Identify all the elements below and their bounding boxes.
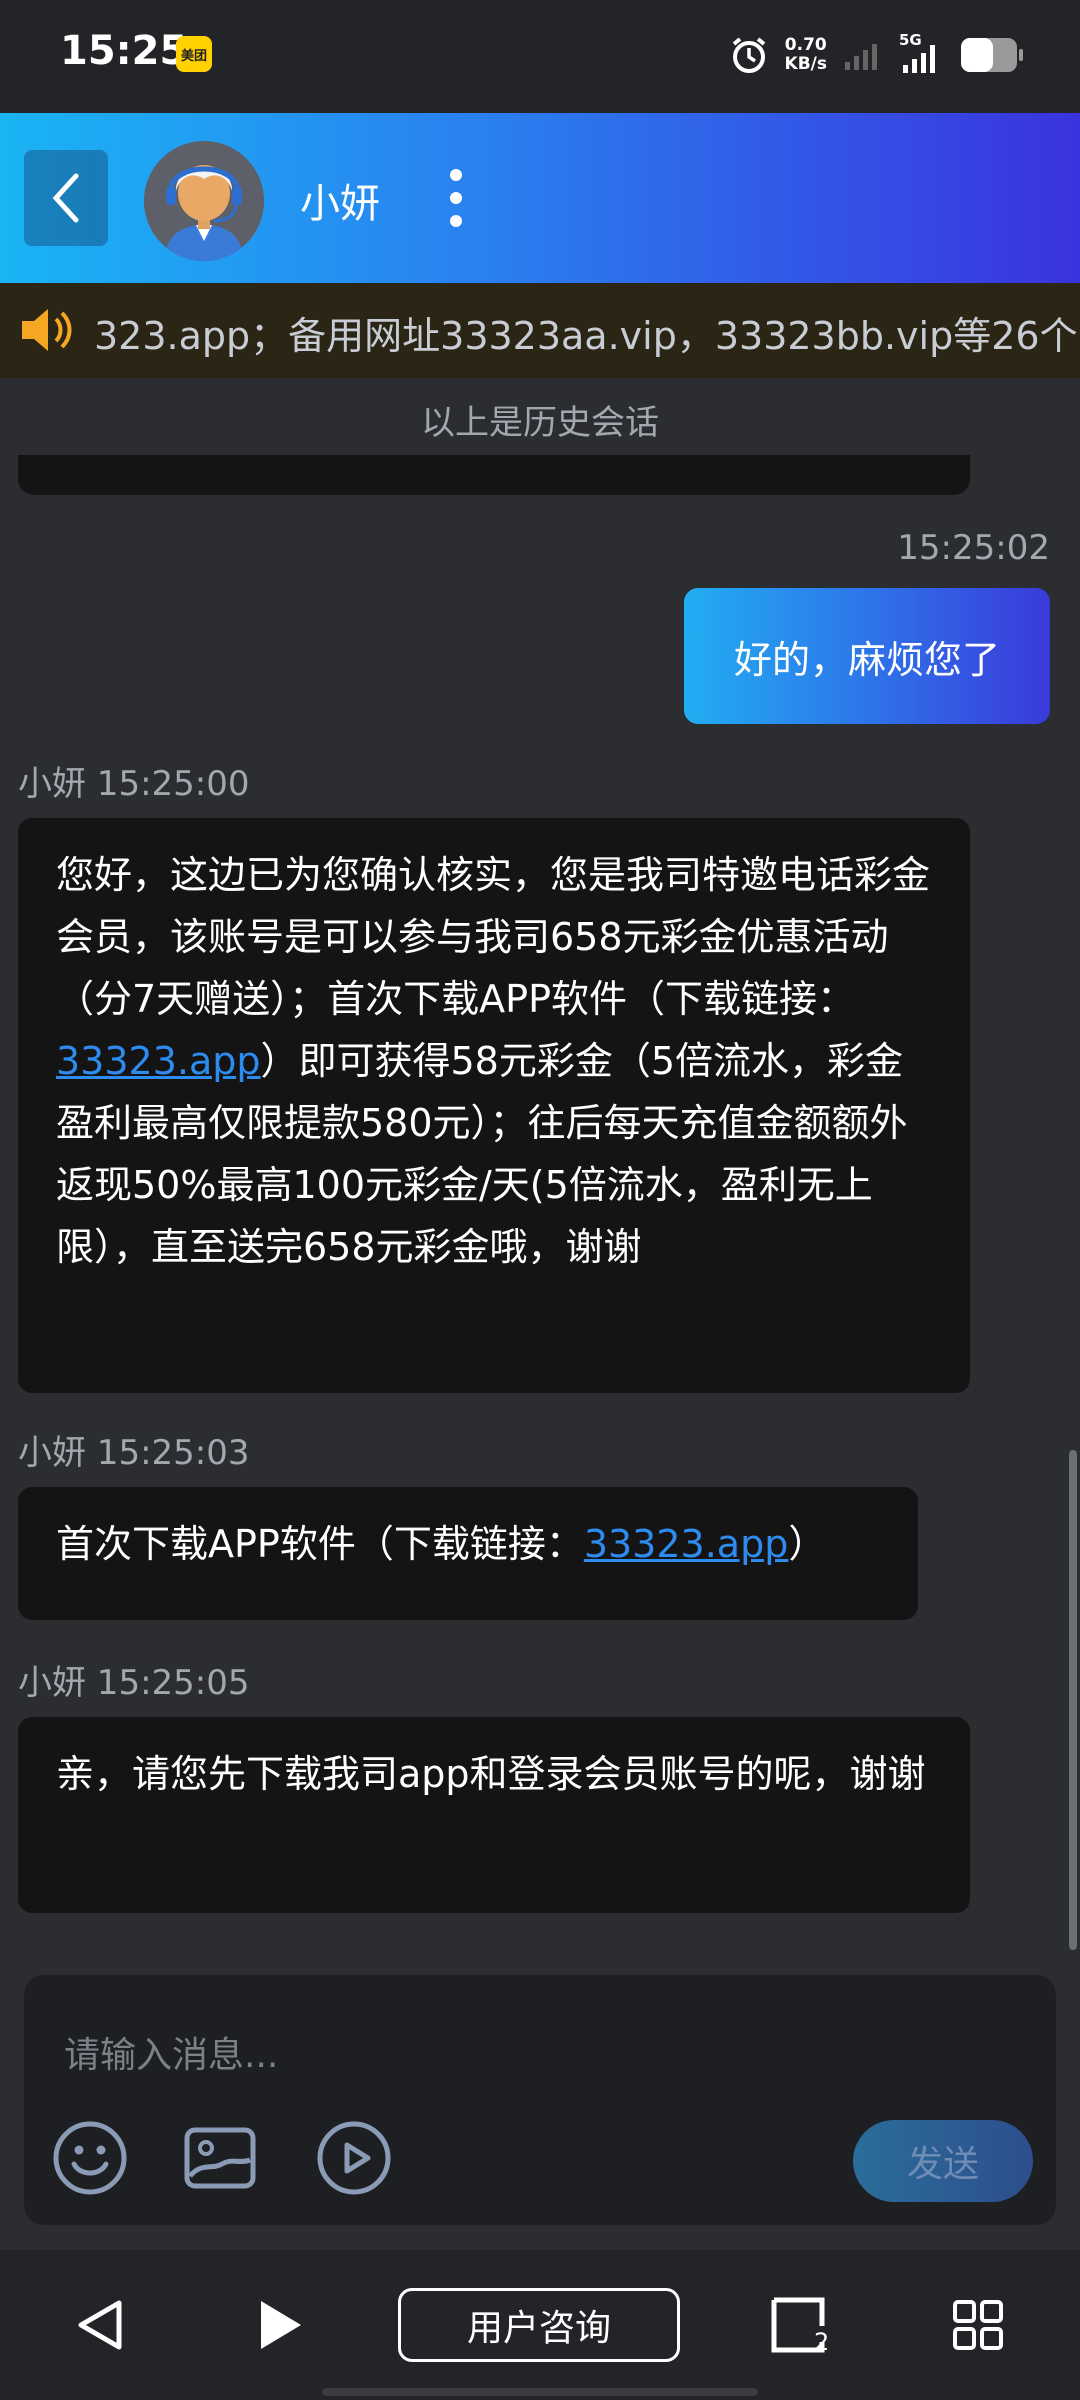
message-text: 您好，这边已为您确认核实，您是我司特邀电话彩金会员，该账号是可以参与我司658元… bbox=[56, 853, 931, 1021]
apps-menu-button[interactable] bbox=[948, 2290, 1008, 2360]
back-button[interactable] bbox=[24, 150, 108, 246]
tabs-count: 2 bbox=[814, 2328, 830, 2356]
more-dot-icon bbox=[450, 192, 462, 204]
grid-icon bbox=[953, 2300, 1003, 2350]
agent-message-bubble: 亲，请您先下载我司app和登录会员账号的呢，谢谢 bbox=[18, 1717, 970, 1913]
tabs-button[interactable]: 2 bbox=[768, 2290, 838, 2360]
message-text: ） bbox=[788, 1522, 827, 1566]
meituan-notification-icon: 美团 bbox=[176, 36, 212, 72]
self-message-bubble: 好的，麻烦您了 bbox=[684, 588, 1050, 724]
emoji-button[interactable] bbox=[52, 2120, 128, 2196]
emoji-icon bbox=[53, 2121, 127, 2195]
message-meta: 小妍 15:25:03 bbox=[18, 1433, 250, 1473]
alarm-icon bbox=[732, 37, 765, 73]
user-consult-button[interactable]: 用户咨询 bbox=[398, 2288, 680, 2362]
message-composer: 发送 bbox=[24, 1975, 1056, 2225]
agent-message-bubble: 您好，这边已为您确认核实，您是我司特邀电话彩金会员，该账号是可以参与我司658元… bbox=[18, 818, 970, 1393]
triangle-back-icon bbox=[78, 2300, 122, 2350]
message-meta: 小妍 15:25:00 bbox=[18, 764, 250, 804]
net-speed: 0.70 KB/s bbox=[784, 35, 827, 74]
play-icon bbox=[261, 2301, 301, 2349]
send-button[interactable]: 发送 bbox=[853, 2120, 1033, 2202]
status-indicators: 0.70 KB/s 5G bbox=[729, 30, 1025, 80]
previous-message-bubble bbox=[18, 455, 970, 495]
battery-icon bbox=[961, 38, 1023, 72]
chat-header: 小妍 bbox=[0, 113, 1080, 283]
chevron-left-icon bbox=[52, 173, 79, 223]
home-indicator[interactable] bbox=[322, 2388, 758, 2396]
image-button[interactable] bbox=[182, 2120, 258, 2196]
agent-avatar[interactable] bbox=[144, 141, 264, 261]
more-options-button[interactable] bbox=[436, 163, 476, 233]
chat-scrollbar[interactable] bbox=[1069, 1450, 1077, 1950]
download-link[interactable]: 33323.app bbox=[56, 1039, 261, 1083]
signal-weak-icon bbox=[845, 44, 877, 70]
nav-back-button[interactable] bbox=[70, 2290, 130, 2360]
download-link[interactable]: 33323.app bbox=[584, 1522, 789, 1566]
message-input[interactable] bbox=[64, 2025, 964, 2085]
more-dot-icon bbox=[450, 215, 462, 227]
history-divider: 以上是历史会话 bbox=[421, 403, 659, 443]
message-text: 亲，请您先下载我司app和登录会员账号的呢，谢谢 bbox=[56, 1752, 926, 1796]
video-button[interactable] bbox=[316, 2120, 392, 2196]
nav-forward-button[interactable] bbox=[250, 2290, 310, 2360]
message-text: 首次下载APP软件（下载链接： bbox=[56, 1522, 584, 1566]
announcement-bar: 323.app；备用网址33323aa.vip，33323bb.vip等26个 bbox=[0, 283, 1080, 378]
agent-message-bubble: 首次下载APP软件（下载链接：33323.app） bbox=[18, 1487, 918, 1620]
more-dot-icon bbox=[450, 169, 462, 181]
announcement-text: 323.app；备用网址33323aa.vip，33323bb.vip等26个 bbox=[94, 314, 1078, 358]
self-message-time: 15:25:02 bbox=[897, 528, 1050, 568]
signal-5g-icon: 5G bbox=[899, 31, 943, 75]
agent-name: 小妍 bbox=[300, 181, 380, 227]
clock: 15:25 bbox=[60, 28, 188, 74]
customer-service-agent-icon bbox=[144, 141, 264, 261]
status-bar: 15:25 美团 0.70 KB/s 5G bbox=[0, 0, 1080, 113]
message-meta: 小妍 15:25:05 bbox=[18, 1663, 250, 1703]
play-circle-icon bbox=[317, 2121, 391, 2195]
speaker-icon bbox=[22, 309, 72, 351]
image-icon bbox=[184, 2127, 256, 2189]
system-navigation-bar: 用户咨询 2 bbox=[0, 2250, 1080, 2400]
